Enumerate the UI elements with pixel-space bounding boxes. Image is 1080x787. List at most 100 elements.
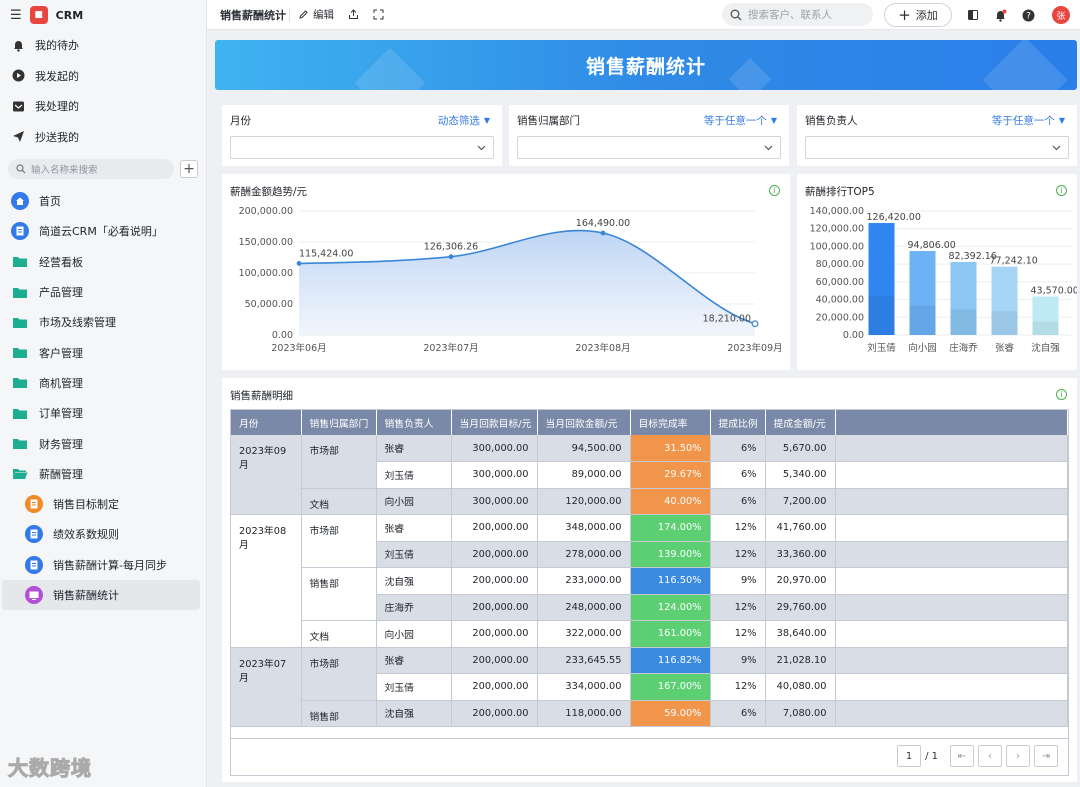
cell-target: 200,000.00 — [451, 647, 538, 674]
caret-down-icon: ▼ — [483, 116, 490, 125]
notification-icon[interactable] — [992, 7, 1008, 23]
add-item-button[interactable]: + — [180, 160, 198, 178]
cell-ratio: 6% — [710, 488, 766, 515]
global-search-input[interactable]: 搜索客户、联系人 — [722, 3, 873, 26]
cell-completion-rate: 31.50% — [630, 435, 711, 462]
info-icon[interactable]: i — [1056, 389, 1067, 400]
fullscreen-button[interactable] — [373, 9, 384, 20]
filter-select[interactable] — [517, 136, 781, 159]
sidebar-quick-item[interactable]: 我的待办 — [0, 30, 206, 61]
sidebar-sub-item[interactable]: 销售薪酬统计 — [2, 579, 200, 611]
cell-filler — [835, 594, 1068, 621]
sidebar-sub-item[interactable]: 销售薪酬计算-每月同步 — [0, 550, 206, 580]
sidebar-nav-label: 简道云CRM「必看说明」 — [39, 225, 163, 239]
cell-owner: 张睿 — [376, 647, 452, 674]
y-tick-label: 100,000.00 — [239, 268, 293, 279]
sidebar-sub-item[interactable]: 绩效系数规则 — [0, 519, 206, 549]
y-tick-label: 100,000.00 — [810, 241, 864, 252]
next-page-button[interactable]: › — [1006, 745, 1030, 767]
sidebar-nav-item[interactable]: 商机管理 — [0, 368, 206, 398]
sidebar-nav-item[interactable]: 首页 — [0, 186, 206, 216]
plus-icon: + — [898, 6, 911, 24]
table-row[interactable]: 2023年08月 市场部 张睿 200,000.00 348,000.00 174.00%… — [231, 514, 1068, 648]
table-body: 2023年09月 市场部 张睿 300,000.00 94,500.00 31.50% 6%… — [231, 435, 1068, 727]
y-tick-label: 40,000.00 — [816, 295, 864, 306]
cell-month: 2023年07月 — [231, 647, 302, 727]
table-footer: 1 / 1 ⇤ ‹ › ⇥ — [230, 739, 1069, 776]
trend-point[interactable] — [751, 320, 759, 328]
filter-operator[interactable]: 动态筛选 ▼ — [438, 113, 490, 128]
column-header[interactable]: 当月回款目标/元 — [451, 410, 538, 435]
detail-table-card: 销售薪酬明细 i 月份 销售归属部门 销售负责人 当月回款目标/元 当月回款金额/元 目标… — [222, 378, 1077, 782]
layout-icon[interactable] — [965, 7, 981, 23]
bar-data-label: 43,570.00 — [1031, 285, 1078, 296]
sidebar-nav-item[interactable]: 财务管理 — [0, 428, 206, 458]
user-avatar[interactable]: 张 — [1052, 6, 1070, 24]
cell-ratio: 12% — [710, 594, 766, 621]
sidebar-quick-item[interactable]: 抄送我的 — [0, 122, 206, 153]
column-header[interactable]: 提成金额/元 — [765, 410, 836, 435]
sidebar-nav-item[interactable]: 市场及线索管理 — [0, 307, 206, 337]
trend-point[interactable] — [600, 230, 606, 236]
table-row[interactable]: 2023年07月 市场部 张睿 200,000.00 233,645.55 116.82%… — [231, 647, 1068, 727]
dashboard-icon — [25, 586, 43, 604]
sidebar-nav-item[interactable]: 薪酬管理 — [0, 459, 206, 489]
filter-select[interactable] — [805, 136, 1069, 159]
column-header[interactable]: 当月回款金额/元 — [537, 410, 631, 435]
sidebar-nav-item[interactable]: 经营看板 — [0, 247, 206, 277]
first-page-button[interactable]: ⇤ — [950, 745, 974, 767]
sidebar-search-input[interactable]: 输入名称来搜索 — [8, 159, 174, 179]
x-tick-label: 沈自强 — [1031, 342, 1060, 354]
column-header[interactable]: 销售归属部门 — [301, 410, 377, 435]
column-header[interactable]: 月份 — [231, 410, 302, 435]
prev-page-button[interactable]: ‹ — [978, 745, 1002, 767]
sidebar-quick-item[interactable]: 我发起的 — [0, 61, 206, 92]
column-header[interactable]: 目标完成率 — [630, 410, 711, 435]
trend-point[interactable] — [448, 254, 454, 260]
sidebar-nav-item[interactable]: 订单管理 — [0, 398, 206, 428]
column-header[interactable]: 提成比例 — [710, 410, 766, 435]
y-tick-label: 120,000.00 — [810, 224, 864, 235]
sidebar-quick-label: 我发起的 — [35, 69, 79, 83]
sidebar-quick-label: 我处理的 — [35, 100, 79, 114]
filter-operator[interactable]: 等于任意一个 ▼ — [992, 113, 1065, 128]
x-tick-label: 2023年06月 — [271, 342, 326, 354]
top5-chart: 140,000.00 120,000.00 100,000.00 80,000.00 6… — [810, 206, 1078, 354]
menu-icon[interactable]: ☰ — [10, 8, 22, 23]
page-title: 销售薪酬统计 — [220, 8, 286, 22]
page-input[interactable]: 1 — [897, 745, 922, 767]
table-row[interactable]: 销售部 沈自强 200,000.00 233,000.00 116.50% 9% 20,97… — [231, 567, 1068, 621]
table-row[interactable]: 文档 向小园 300,000.00 120,000.00 40.00% 6% 7,200.0… — [231, 488, 1068, 515]
sidebar-nav-item[interactable]: 产品管理 — [0, 277, 206, 307]
sidebar-nav-label: 薪酬管理 — [39, 467, 83, 481]
table-row[interactable]: 文档 向小园 200,000.00 322,000.00 161.00% 12% 38,64… — [231, 620, 1068, 648]
cell-amount: 334,000.00 — [537, 673, 631, 701]
edit-button[interactable]: 编辑 — [298, 7, 334, 22]
help-icon[interactable]: ? — [1020, 7, 1036, 23]
share-button[interactable] — [348, 9, 359, 20]
table-row[interactable]: 销售部 沈自强 200,000.00 118,000.00 59.00% 6% 7,080.… — [231, 700, 1068, 727]
sidebar-nav-item[interactable]: 简道云CRM「必看说明」 — [0, 216, 206, 246]
column-header[interactable]: 销售负责人 — [376, 410, 452, 435]
y-tick-label: 140,000.00 — [810, 206, 864, 217]
sidebar-quick-item[interactable]: 我处理的 — [0, 91, 206, 122]
form-icon — [25, 495, 43, 514]
bar-segment — [950, 309, 977, 335]
sidebar-sub-item[interactable]: 销售目标制定 — [0, 489, 206, 519]
last-page-button[interactable]: ⇥ — [1034, 745, 1058, 767]
sidebar-nav-item[interactable]: 客户管理 — [0, 337, 206, 367]
cell-target: 300,000.00 — [451, 488, 538, 515]
sub-nav-list: 销售目标制定 绩效系数规则 销售薪酬计算-每月同步 销售薪酬统计 — [0, 489, 206, 611]
column-header-filler — [835, 410, 1068, 435]
cell-ratio: 9% — [710, 567, 766, 595]
trend-point[interactable] — [296, 261, 302, 266]
filter-select[interactable] — [230, 136, 494, 159]
folder-icon — [11, 404, 29, 422]
filter-operator[interactable]: 等于任意一个 ▼ — [704, 113, 777, 128]
detail-table-viewport[interactable]: 月份 销售归属部门 销售负责人 当月回款目标/元 当月回款金额/元 目标完成率 提成比例 提成… — [230, 409, 1069, 739]
filter-department: 销售归属部门 等于任意一个 ▼ — [509, 105, 789, 166]
play-icon — [11, 69, 25, 83]
filter-month: 月份 动态筛选 ▼ — [222, 105, 502, 166]
table-row[interactable]: 2023年09月 市场部 张睿 300,000.00 94,500.00 31.50% 6%… — [231, 435, 1068, 515]
add-button[interactable]: + 添加 — [884, 3, 952, 27]
